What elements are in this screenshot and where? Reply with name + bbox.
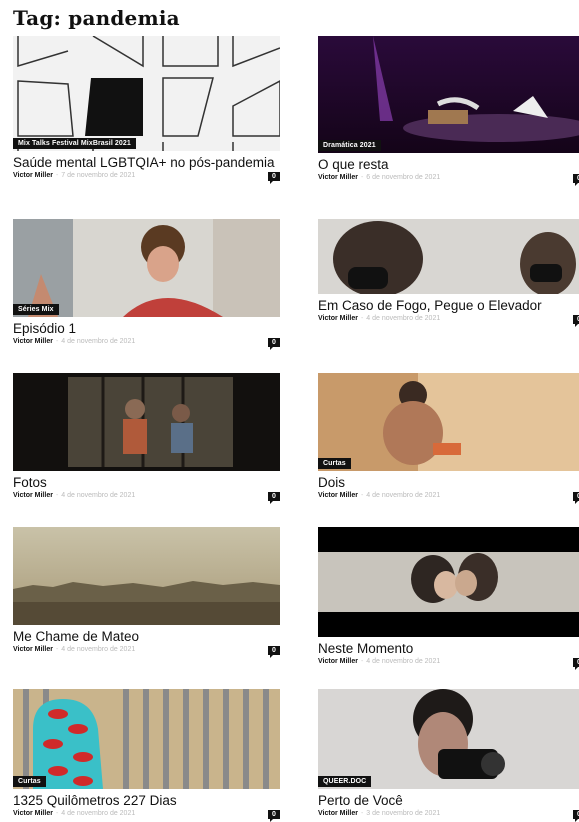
page-title: Tag: pandemia xyxy=(13,6,180,30)
thumbnail-image xyxy=(13,373,280,471)
comment-count-badge[interactable]: 0 xyxy=(268,646,280,658)
meta-separator: - xyxy=(360,810,364,817)
post-author[interactable]: Victor Miller xyxy=(13,492,53,499)
post-author[interactable]: Victor Miller xyxy=(13,646,53,653)
meta-separator: - xyxy=(55,646,59,653)
thumbnail-image xyxy=(13,527,280,625)
comment-count-badge[interactable]: 0 xyxy=(573,492,579,504)
post-date: 3 de novembro de 2021 xyxy=(366,810,441,817)
post-title[interactable]: Saúde mental LGBTQIA+ no pós-pandemia xyxy=(13,155,280,170)
thumbnail-image xyxy=(318,36,579,153)
category-badge[interactable]: Dramática 2021 xyxy=(318,140,381,151)
category-badge[interactable]: QUEER.DOC xyxy=(318,776,372,787)
thumbnail-image xyxy=(318,527,579,637)
post-meta: Victor Miller-3 de novembro de 2021 0 xyxy=(318,810,579,822)
post-card: Séries Mix Episódio 1 Victor Miller -4 de… xyxy=(13,219,280,350)
post-meta: Victor Miller-4 de novembro de 2021 0 xyxy=(318,315,579,327)
meta-separator: - xyxy=(360,658,364,665)
post-date: 4 de novembro de 2021 xyxy=(366,315,441,322)
comment-count-badge[interactable]: 0 xyxy=(268,810,280,822)
post-thumbnail[interactable]: Curtas xyxy=(318,373,579,471)
comment-count-badge[interactable]: 0 xyxy=(573,658,579,670)
comment-count-badge[interactable]: 0 xyxy=(573,174,579,186)
thumbnail-image xyxy=(318,219,579,294)
post-card: Me Chame de Mateo Victor Miller -4 de nov… xyxy=(13,527,280,658)
thumbnail-image xyxy=(13,36,280,151)
post-thumbnail[interactable] xyxy=(13,373,280,471)
post-meta: Victor Miller-4 de novembro de 2021 0 xyxy=(13,646,280,658)
post-meta: Victor Miller-6 de novembro de 2021 0 xyxy=(318,174,579,186)
post-date: 6 de novembro de 2021 xyxy=(366,174,441,181)
post-title[interactable]: Dois xyxy=(318,475,579,490)
post-title[interactable]: O que resta xyxy=(318,157,579,172)
post-author[interactable]: Victor Miller xyxy=(13,338,53,345)
post-card: Curtas 1325 Quilômetros 227 Dias Victor … xyxy=(13,689,280,822)
thumbnail-image xyxy=(318,373,579,471)
post-card: Dramática 2021 O que resta Victor Miller… xyxy=(318,36,579,186)
post-card: Neste Momento Victor Miller -4 de novembr… xyxy=(318,527,579,670)
category-badge[interactable]: Curtas xyxy=(13,776,46,787)
post-date: 4 de novembro de 2021 xyxy=(366,658,441,665)
post-thumbnail[interactable] xyxy=(318,527,579,637)
meta-separator: - xyxy=(55,338,59,345)
post-title[interactable]: 1325 Quilômetros 227 Dias xyxy=(13,793,280,808)
post-card: Mix Talks Festival MixBrasil 2021 Saúde … xyxy=(13,36,280,184)
post-thumbnail[interactable]: Curtas xyxy=(13,689,280,789)
category-badge[interactable]: Mix Talks Festival MixBrasil 2021 xyxy=(13,138,136,149)
thumbnail-image xyxy=(13,219,280,317)
post-title[interactable]: Em Caso de Fogo, Pegue o Elevador xyxy=(318,298,579,313)
thumbnail-image xyxy=(318,689,579,789)
comment-count-badge[interactable]: 0 xyxy=(268,338,280,350)
post-title[interactable]: Episódio 1 xyxy=(13,321,280,336)
comment-count-badge[interactable]: 0 xyxy=(573,315,579,327)
post-date: 4 de novembro de 2021 xyxy=(366,492,441,499)
post-thumbnail[interactable]: Séries Mix xyxy=(13,219,280,317)
post-thumbnail[interactable] xyxy=(13,527,280,625)
comment-count-badge[interactable]: 0 xyxy=(268,492,280,504)
meta-separator: - xyxy=(55,172,59,179)
post-card: Curtas Dois Victor Miller -4 de novembro … xyxy=(318,373,579,504)
category-badge[interactable]: Curtas xyxy=(318,458,351,469)
meta-separator: - xyxy=(360,174,364,181)
post-meta: Victor Miller-4 de novembro de 2021 0 xyxy=(318,492,579,504)
meta-separator: - xyxy=(55,492,59,499)
post-author[interactable]: Victor Miller xyxy=(318,174,358,181)
post-card: QUEER.DOC Perto de Você Victor Miller -3 … xyxy=(318,689,579,822)
post-author[interactable]: Victor Miller xyxy=(318,315,358,322)
category-badge[interactable]: Séries Mix xyxy=(13,304,59,315)
post-author[interactable]: Victor Miller xyxy=(13,172,53,179)
post-date: 4 de novembro de 2021 xyxy=(61,646,136,653)
post-card: Fotos Victor Miller -4 de novembro de 202… xyxy=(13,373,280,504)
post-thumbnail[interactable] xyxy=(318,219,579,294)
post-author[interactable]: Victor Miller xyxy=(318,658,358,665)
post-title[interactable]: Perto de Você xyxy=(318,793,579,808)
post-thumbnail[interactable]: Dramática 2021 xyxy=(318,36,579,153)
post-meta: Victor Miller-4 de novembro de 2021 0 xyxy=(13,492,280,504)
post-title[interactable]: Neste Momento xyxy=(318,641,579,656)
comment-count-badge[interactable]: 0 xyxy=(573,810,579,822)
post-meta: Victor Miller-4 de novembro de 2021 0 xyxy=(13,810,280,822)
post-meta: Victor Miller -7 de novembro de 2021 0 xyxy=(13,172,280,184)
comment-count-badge[interactable]: 0 xyxy=(268,172,280,184)
post-meta: Victor Miller-4 de novembro de 2021 0 xyxy=(318,658,579,670)
meta-separator: - xyxy=(360,492,364,499)
post-author[interactable]: Victor Miller xyxy=(13,810,53,817)
post-meta: Victor Miller-4 de novembro de 2021 0 xyxy=(13,338,280,350)
meta-separator: - xyxy=(55,810,59,817)
post-date: 4 de novembro de 2021 xyxy=(61,810,136,817)
post-thumbnail[interactable]: Mix Talks Festival MixBrasil 2021 xyxy=(13,36,280,151)
post-date: 7 de novembro de 2021 xyxy=(61,172,136,179)
post-author[interactable]: Victor Miller xyxy=(318,492,358,499)
post-title[interactable]: Fotos xyxy=(13,475,280,490)
post-date: 4 de novembro de 2021 xyxy=(61,338,136,345)
post-card: Em Caso de Fogo, Pegue o Elevador Victor… xyxy=(318,219,579,327)
post-title[interactable]: Me Chame de Mateo xyxy=(13,629,280,644)
meta-separator: - xyxy=(360,315,364,322)
post-date: 4 de novembro de 2021 xyxy=(61,492,136,499)
post-author[interactable]: Victor Miller xyxy=(318,810,358,817)
thumbnail-image xyxy=(13,689,280,789)
post-thumbnail[interactable]: QUEER.DOC xyxy=(318,689,579,789)
